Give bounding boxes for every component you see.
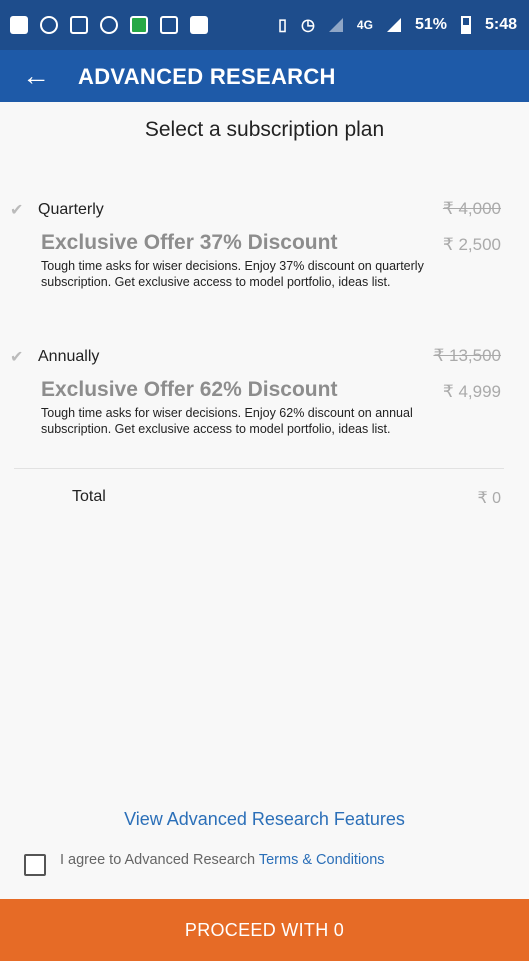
total-label: Total <box>72 488 106 505</box>
battery-percent: 51% <box>414 16 447 33</box>
app-m-icon <box>130 16 148 34</box>
plan-description: Tough time asks for wiser decisions. Enj… <box>41 259 424 289</box>
search-icon <box>100 16 118 34</box>
battery-icon <box>460 16 471 34</box>
status-bar: ▯ ◷ 4G 51% 5:48 <box>0 0 529 50</box>
signal-icon <box>386 18 401 32</box>
gallery-icon <box>190 16 208 34</box>
discounted-price: ₹ 2,500 <box>442 235 501 254</box>
proceed-button[interactable]: PROCEED WITH 0 <box>0 899 529 961</box>
terms-link[interactable]: Terms & Conditions <box>259 852 385 868</box>
plan-name: Quarterly <box>38 201 104 218</box>
system-icons: ▯ ◷ 4G 51% 5:48 <box>278 0 517 50</box>
original-price: ₹ 13,500 <box>433 346 501 365</box>
plan-name: Annually <box>38 348 100 365</box>
app-inv-icon <box>160 16 178 34</box>
vibrate-icon: ▯ <box>278 17 287 34</box>
notes-icon <box>10 16 28 34</box>
chat-icon <box>40 16 58 34</box>
offer-title: Exclusive Offer 37% Discount <box>41 231 338 254</box>
arrow-left-icon[interactable]: ← <box>22 58 50 94</box>
total-value: ₹ 0 <box>477 490 501 507</box>
view-features-link[interactable]: View Advanced Research Features <box>0 809 529 830</box>
plan-description: Tough time asks for wiser decisions. Enj… <box>41 406 413 436</box>
agree-text: I agree to Advanced Research <box>60 852 259 868</box>
signal-empty-icon <box>328 18 343 32</box>
checkmark-icon: ✔ <box>10 349 24 366</box>
alarm-icon: ◷ <box>300 17 315 34</box>
page-title: ADVANCED RESEARCH <box>78 64 336 89</box>
section-heading: Select a subscription plan <box>144 118 385 141</box>
agree-checkbox[interactable] <box>24 854 46 876</box>
checkmark-icon: ✔ <box>10 202 24 219</box>
offer-title: Exclusive Offer 62% Discount <box>41 378 338 401</box>
notification-icons <box>10 0 208 50</box>
original-price: ₹ 4,000 <box>442 199 501 218</box>
discounted-price: ₹ 4,999 <box>442 382 501 401</box>
calculator-icon <box>70 16 88 34</box>
divider <box>14 468 504 469</box>
agree-label: I agree to Advanced Research Terms & Con… <box>60 852 385 868</box>
network-type: 4G <box>356 18 373 32</box>
clock: 5:48 <box>484 16 517 33</box>
app-bar: ← ADVANCED RESEARCH <box>0 50 529 102</box>
